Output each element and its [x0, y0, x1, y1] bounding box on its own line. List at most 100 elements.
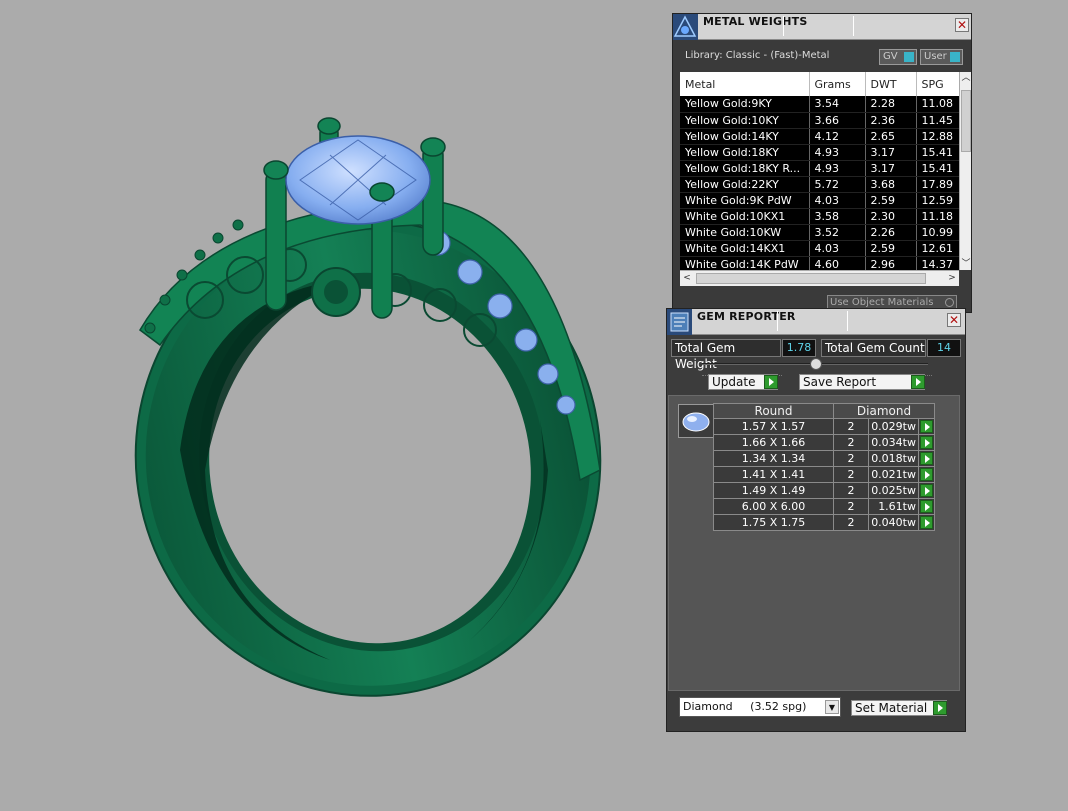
column-header-grams[interactable]: Grams: [809, 72, 866, 96]
play-icon[interactable]: [911, 375, 925, 389]
3d-viewport[interactable]: [0, 0, 660, 811]
play-icon[interactable]: [920, 468, 933, 481]
table-row[interactable]: White Gold:9K PdW 4.03 2.59 12.59: [680, 192, 959, 209]
chevron-down-icon[interactable]: ▼: [825, 700, 839, 714]
table-row[interactable]: 1.41 X 1.41 2 0.021tw: [713, 466, 935, 483]
gem-table[interactable]: Round Diamond 1.57 X 1.57 2 0.029tw 1.66 X …: [713, 403, 935, 531]
dwt-cell: 2.30: [865, 208, 917, 225]
gem-size-cell: 1.34 X 1.34: [713, 450, 834, 467]
scroll-up-icon[interactable]: ︿: [960, 72, 972, 84]
gem-reporter-window: GEM REPORTER ✕ Total Gem Weight 1.78 Tot…: [666, 308, 966, 732]
gem-row-action[interactable]: [918, 498, 935, 515]
scroll-thumb[interactable]: [696, 273, 926, 284]
gem-weight-cell: 0.025tw: [868, 482, 919, 499]
table-row[interactable]: Yellow Gold:22KY 5.72 3.68 17.89: [680, 176, 959, 193]
spg-cell: 11.45: [916, 112, 959, 129]
play-icon[interactable]: [920, 452, 933, 465]
gem-count-cell: 2: [833, 434, 869, 451]
metal-table-header: Metal Grams DWT SPG: [680, 72, 959, 96]
scroll-down-icon[interactable]: ﹀: [960, 258, 972, 270]
metal-table[interactable]: Metal Grams DWT SPG Yellow Gold:9KY 3.54 2…: [680, 72, 959, 270]
play-icon[interactable]: [920, 500, 933, 513]
grams-cell: 5.72: [809, 176, 866, 193]
spg-cell: 17.89: [916, 176, 959, 193]
table-row[interactable]: Yellow Gold:18KY 4.93 3.17 15.41: [680, 144, 959, 161]
table-row[interactable]: Yellow Gold:10KY 3.66 2.36 11.45: [680, 112, 959, 129]
use-object-materials-label: Use Object Materials: [830, 297, 934, 308]
table-row[interactable]: White Gold:14KX1 4.03 2.59 12.61: [680, 240, 959, 257]
table-row[interactable]: 1.75 X 1.75 2 0.040tw: [713, 514, 935, 531]
table-row[interactable]: 1.66 X 1.66 2 0.034tw: [713, 434, 935, 451]
gem-count-cell: 2: [833, 418, 869, 435]
metal-weights-titlebar[interactable]: METAL WEIGHTS ✕: [673, 14, 971, 40]
close-icon[interactable]: ✕: [947, 313, 961, 327]
scroll-left-icon[interactable]: <: [680, 271, 694, 286]
scroll-right-icon[interactable]: >: [945, 271, 959, 286]
spg-cell: 15.41: [916, 144, 959, 161]
table-row[interactable]: Yellow Gold:18KY R... 4.93 3.17 15.41: [680, 160, 959, 177]
close-icon[interactable]: ✕: [955, 18, 969, 32]
table-row[interactable]: Yellow Gold:14KY 4.12 2.65 12.88: [680, 128, 959, 145]
gem-size-cell: 1.66 X 1.66: [713, 434, 834, 451]
dwt-cell: 3.17: [865, 144, 917, 161]
gem-row-action[interactable]: [918, 482, 935, 499]
column-header-spg[interactable]: SPG: [916, 72, 959, 96]
dwt-cell: 2.59: [865, 192, 917, 209]
play-icon[interactable]: [920, 420, 933, 433]
radio-icon: [945, 298, 954, 307]
metal-name-cell: White Gold:10KX1: [680, 208, 810, 225]
set-material-button[interactable]: Set Material: [851, 700, 947, 716]
gem-row-action[interactable]: [918, 434, 935, 451]
dwt-cell: 2.36: [865, 112, 917, 129]
spg-cell: 11.08: [916, 96, 959, 113]
gem-row-action[interactable]: [918, 450, 935, 467]
metal-table-vertical-scrollbar[interactable]: ︿ ﹀: [959, 72, 971, 270]
play-icon[interactable]: [933, 701, 947, 715]
dwt-cell: 3.68: [865, 176, 917, 193]
metal-name-cell: Yellow Gold:14KY: [680, 128, 810, 145]
metal-name-cell: White Gold:14K PdW: [680, 256, 810, 270]
table-row[interactable]: 1.34 X 1.34 2 0.018tw: [713, 450, 935, 467]
material-select[interactable]: Diamond (3.52 spg) ▼: [679, 697, 841, 717]
table-row[interactable]: White Gold:14K PdW 4.60 2.96 14.37: [680, 256, 959, 270]
gem-row-action[interactable]: [918, 466, 935, 483]
gem-list-panel: Round Diamond 1.57 X 1.57 2 0.029tw 1.66 X …: [668, 395, 960, 691]
table-row[interactable]: 1.49 X 1.49 2 0.025tw: [713, 482, 935, 499]
total-gem-count-value: 14: [927, 339, 961, 357]
column-header-metal[interactable]: Metal: [680, 72, 810, 96]
play-icon[interactable]: [764, 375, 778, 389]
gem-row-action[interactable]: [918, 418, 935, 435]
set-material-button-label: Set Material: [855, 701, 928, 715]
gem-thumbnail[interactable]: [678, 404, 714, 438]
dwt-cell: 2.65: [865, 128, 917, 145]
library-label: Library: Classic - (Fast)-Metal: [685, 50, 830, 61]
save-report-button[interactable]: Save Report: [799, 374, 925, 390]
metal-table-horizontal-scrollbar[interactable]: < >: [680, 270, 959, 286]
gem-reporter-app-icon: [667, 309, 692, 335]
gv-toggle[interactable]: GV: [879, 49, 917, 65]
gem-count-cell: 2: [833, 498, 869, 515]
spg-cell: 12.61: [916, 240, 959, 257]
spg-cell: 14.37: [916, 256, 959, 270]
table-row[interactable]: 6.00 X 6.00 2 1.61tw: [713, 498, 935, 515]
total-gem-count-label: Total Gem Count: [821, 339, 926, 357]
ring-model[interactable]: [0, 0, 660, 811]
table-row[interactable]: 1.57 X 1.57 2 0.029tw: [713, 418, 935, 435]
table-row[interactable]: Yellow Gold:9KY 3.54 2.28 11.08: [680, 96, 959, 113]
scroll-thumb[interactable]: [961, 90, 971, 152]
play-icon[interactable]: [920, 436, 933, 449]
play-icon[interactable]: [920, 484, 933, 497]
update-button[interactable]: Update: [708, 374, 778, 390]
play-icon[interactable]: [920, 516, 933, 529]
gem-reporter-titlebar[interactable]: GEM REPORTER ✕: [667, 309, 965, 335]
table-row[interactable]: White Gold:10KW 3.52 2.26 10.99: [680, 224, 959, 241]
gem-table-header: Round Diamond: [713, 403, 935, 419]
grams-cell: 3.58: [809, 208, 866, 225]
gem-row-action[interactable]: [918, 514, 935, 531]
grams-cell: 3.54: [809, 96, 866, 113]
report-slider-handle[interactable]: [810, 358, 822, 370]
dwt-cell: 2.26: [865, 224, 917, 241]
column-header-dwt[interactable]: DWT: [865, 72, 917, 96]
user-toggle[interactable]: User: [920, 49, 963, 65]
table-row[interactable]: White Gold:10KX1 3.58 2.30 11.18: [680, 208, 959, 225]
